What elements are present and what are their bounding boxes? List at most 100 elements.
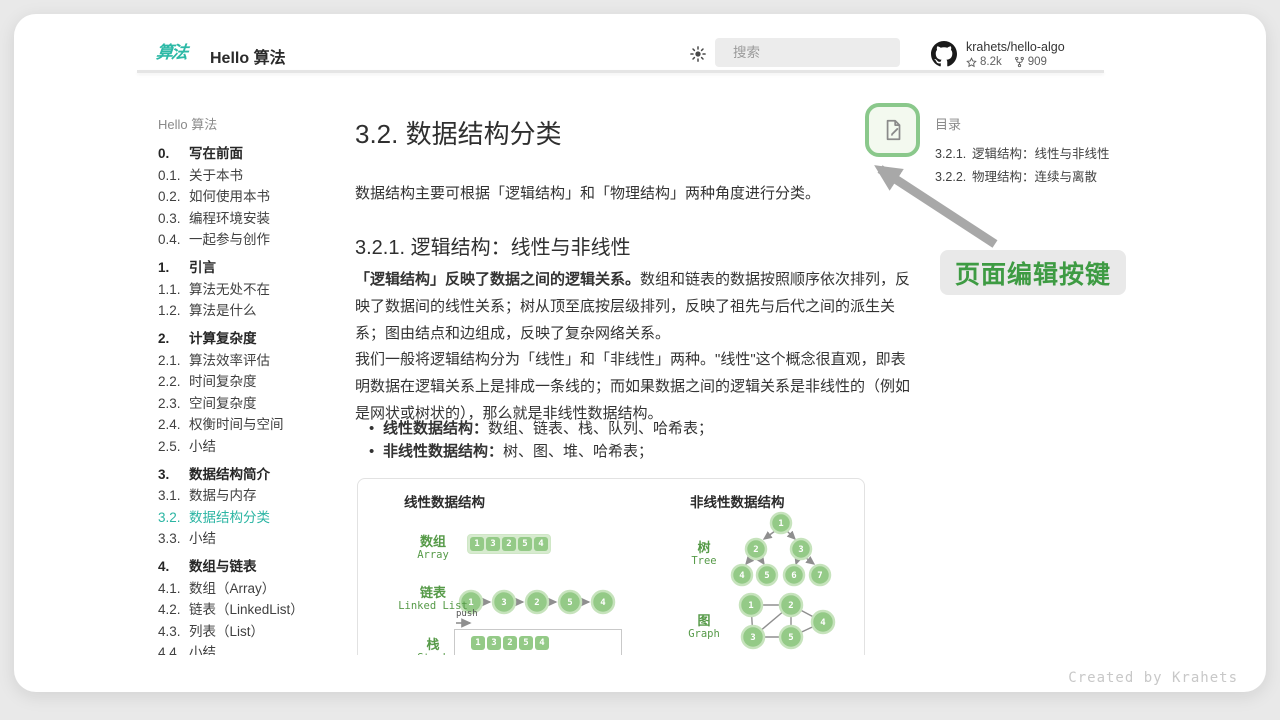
stack-cells: 13254	[471, 636, 549, 650]
sidebar-item-label: 列表（List）	[189, 625, 264, 639]
sidebar-item-label: 链表（LinkedList）	[189, 603, 304, 617]
stack-container: 13254	[454, 629, 622, 655]
sidebar-item-label: 引言	[189, 261, 216, 275]
bullet-dot: •	[369, 418, 383, 440]
sidebar-item[interactable]: 2.3. 空间复杂度	[158, 397, 354, 411]
sidebar-item[interactable]: 4. 数组与链表	[158, 560, 354, 574]
sidebar-item-label: 算法是什么	[189, 304, 257, 318]
tree-sublabel: Tree	[674, 555, 734, 567]
sidebar-item[interactable]: 0.2. 如何使用本书	[158, 190, 354, 204]
section-title: 3.2.1. 逻辑结构：线性与非线性	[355, 231, 631, 260]
svg-text:2: 2	[753, 545, 758, 555]
bullet-linear: • 线性数据结构：数组、链表、栈、队列、哈希表；	[369, 418, 917, 440]
svg-text:1: 1	[748, 601, 753, 611]
sidebar-item[interactable]: 0. 写在前面	[158, 147, 354, 161]
sidebar-item[interactable]: 3.1. 数据与内存	[158, 489, 354, 503]
header-divider	[137, 70, 1104, 73]
sidebar-item-number: 4.4.	[158, 646, 189, 655]
sidebar-item[interactable]: 1. 引言	[158, 261, 354, 275]
sidebar-item-number: 0.1.	[158, 169, 189, 183]
sidebar-item-label: 数据结构简介	[189, 468, 270, 482]
sidebar-item-number: 3.2.	[158, 511, 189, 525]
page-edit-button[interactable]	[865, 103, 920, 157]
sidebar-item-label: 权衡时间与空间	[189, 418, 284, 432]
stack-cell: 3	[487, 636, 501, 650]
sidebar-item-label: 如何使用本书	[189, 190, 270, 204]
sidebar-item-number: 2.5.	[158, 440, 189, 454]
svg-text:6: 6	[791, 571, 796, 581]
stack-cell: 4	[535, 636, 549, 650]
fork-count: 909	[1028, 56, 1047, 68]
bullet-linear-lead: 线性数据结构：	[383, 420, 488, 437]
array-cell: 4	[534, 537, 548, 551]
star-count: 8.2k	[980, 56, 1002, 68]
sidebar-item[interactable]: 0.3. 编程环境安装	[158, 212, 354, 226]
sidebar-item[interactable]: 2.1. 算法效率评估	[158, 354, 354, 368]
sidebar-item-number: 2.2.	[158, 375, 189, 389]
sidebar-item-label: 小结	[189, 646, 216, 655]
array-cell: 3	[486, 537, 500, 551]
svg-text:2: 2	[788, 601, 793, 611]
array-label: 数组	[398, 531, 468, 550]
linked-list-label: 链表	[398, 582, 468, 601]
sidebar-item[interactable]: 2.5. 小结	[158, 440, 354, 454]
sidebar-item-number: 4.	[158, 560, 189, 574]
annotation-label: 页面编辑按键	[940, 250, 1126, 295]
svg-text:5: 5	[788, 633, 793, 643]
sidebar-item[interactable]: 2.2. 时间复杂度	[158, 375, 354, 389]
search-input[interactable]	[733, 45, 910, 60]
sidebar-item-label: 计算复杂度	[189, 332, 257, 346]
array-cell: 5	[518, 537, 532, 551]
github-repo-link[interactable]: krahets/hello-algo 8.2k 909	[931, 40, 1065, 68]
sidebar-item[interactable]: 3.3. 小结	[158, 532, 354, 546]
sidebar-item-label: 一起参与创作	[189, 233, 270, 247]
sidebar-title: Hello 算法	[158, 114, 354, 133]
sidebar-item-number: 0.2.	[158, 190, 189, 204]
sidebar-item-number: 2.	[158, 332, 189, 346]
site-title[interactable]: Hello 算法	[210, 44, 286, 68]
sidebar-item[interactable]: 4.2. 链表（LinkedList）	[158, 603, 354, 617]
sidebar-item-label: 数组与链表	[189, 560, 257, 574]
repo-name: krahets/hello-algo	[966, 40, 1065, 54]
svg-text:4: 4	[820, 618, 826, 628]
paragraph-logic: 「逻辑结构」反映了数据之间的逻辑关系。数组和链表的数据按照顺序依次排列，反映了数…	[355, 266, 917, 347]
repo-stats: 8.2k 909	[966, 56, 1065, 68]
sidebar-item-label: 小结	[189, 440, 216, 454]
bullet-nonlinear: • 非线性数据结构：树、图、堆、哈希表；	[369, 441, 917, 463]
svg-text:4: 4	[600, 598, 606, 608]
sidebar-item[interactable]: 3. 数据结构简介	[158, 468, 354, 482]
annotation-arrow	[852, 152, 1022, 262]
sidebar-item[interactable]: 0.1. 关于本书	[158, 169, 354, 183]
sidebar-item-number: 4.2.	[158, 603, 189, 617]
sidebar-item-label: 数组（Array）	[189, 582, 275, 596]
intro-paragraph: 数据结构主要可根据「逻辑结构」和「物理结构」两种角度进行分类。	[355, 180, 917, 207]
edit-page-icon	[880, 117, 906, 143]
sidebar-item[interactable]: 2.4. 权衡时间与空间	[158, 418, 354, 432]
hello-algo-logo[interactable]: 算法	[155, 40, 204, 66]
footer-credit: Created by Krahets	[1068, 670, 1238, 686]
sidebar-item-number: 0.3.	[158, 212, 189, 226]
sidebar-item[interactable]: 1.1. 算法无处不在	[158, 283, 354, 297]
sidebar-item[interactable]: 1.2. 算法是什么	[158, 304, 354, 318]
sidebar-item[interactable]: 2. 计算复杂度	[158, 332, 354, 346]
array-cell: 2	[502, 537, 516, 551]
sidebar-item[interactable]: 4.3. 列表（List）	[158, 625, 354, 639]
page-title: 3.2. 数据结构分类	[355, 114, 562, 151]
paragraph-linear: 我们一般将逻辑结构分为「线性」和「非线性」两种。"线性"这个概念很直观，即表明数…	[355, 346, 917, 427]
theme-toggle-button[interactable]	[688, 44, 708, 64]
sidebar-item[interactable]: 4.1. 数组（Array）	[158, 582, 354, 596]
bullet-linear-rest: 数组、链表、栈、队列、哈希表；	[488, 420, 713, 437]
sidebar-nav: Hello 算法 0. 写在前面 0.1. 关于本书 0.2. 如何使用本书 0…	[158, 114, 354, 655]
sidebar-item-number: 1.2.	[158, 304, 189, 318]
sidebar-item[interactable]: 3.2. 数据结构分类	[158, 511, 354, 525]
bullet-nonlinear-rest: 树、图、堆、哈希表；	[503, 443, 653, 460]
star-icon	[966, 57, 977, 68]
page-card: 算法 Hello 算法	[14, 14, 1266, 692]
sidebar-item[interactable]: 4.4. 小结	[158, 646, 354, 655]
sidebar-item-label: 数据与内存	[189, 489, 257, 503]
sidebar-item-number: 2.1.	[158, 354, 189, 368]
search-box[interactable]	[715, 38, 900, 67]
sidebar-item-label: 算法效率评估	[189, 354, 270, 368]
sidebar-item[interactable]: 0.4. 一起参与创作	[158, 233, 354, 247]
sidebar-item-number: 2.4.	[158, 418, 189, 432]
